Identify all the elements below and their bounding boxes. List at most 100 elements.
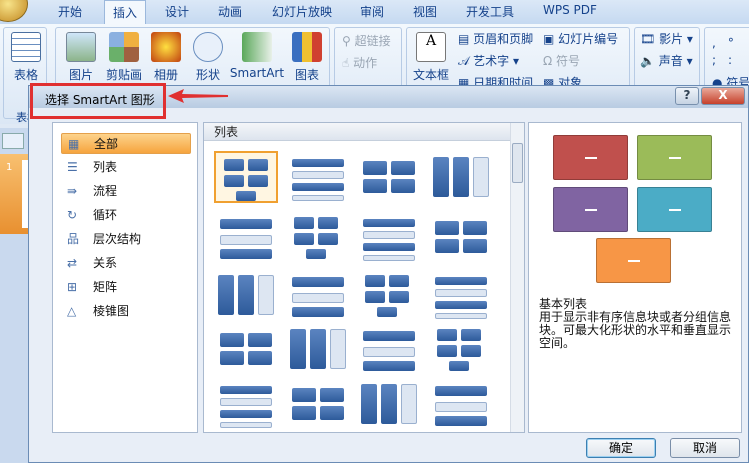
tab-5[interactable]: 审阅 — [360, 3, 384, 20]
category-label: 列表 — [93, 160, 118, 174]
clipart-button[interactable]: 剪贴画 — [101, 32, 147, 83]
header-footer-button[interactable]: ▤ 页眉和页脚 — [458, 30, 533, 47]
tab-3[interactable]: 动画 — [218, 3, 242, 20]
category-item[interactable]: ▦ 全部 — [61, 133, 191, 154]
sound-button[interactable]: 🔈 声音 ▾ — [640, 52, 693, 69]
action-button[interactable]: ☝ 动作 — [342, 54, 377, 71]
punctuation-icon[interactable]: , °; : — [712, 34, 734, 68]
slides-tab[interactable] — [2, 133, 24, 149]
slide-thumbnail[interactable]: 1 — [0, 154, 28, 234]
label: SmartArt — [229, 66, 285, 80]
textbox-button[interactable]: A 文本框 — [410, 32, 452, 83]
layout-thumbnail[interactable] — [357, 269, 421, 321]
layout-thumbnail[interactable] — [429, 269, 493, 321]
office-button[interactable] — [0, 0, 28, 22]
smartart-button[interactable]: SmartArt — [228, 32, 286, 80]
annotation-arrow-icon — [168, 89, 228, 103]
preview-shape-3 — [553, 187, 628, 232]
category-item[interactable]: 品层次结构 — [61, 229, 191, 250]
smartart-icon — [242, 32, 272, 62]
album-button[interactable]: 相册 — [148, 32, 184, 83]
label: 文本框 — [412, 68, 449, 82]
label: 相册 — [153, 68, 178, 82]
label: 形状 — [195, 68, 220, 82]
label: 动作 — [353, 56, 378, 70]
layout-thumbnail[interactable] — [429, 378, 493, 430]
category-label: 流程 — [93, 184, 118, 198]
picture-button[interactable]: 图片 — [63, 32, 99, 83]
category-item[interactable]: ↻ 循环 — [61, 205, 191, 226]
category-icon: ⇛ — [67, 184, 78, 198]
tab-2[interactable]: 设计 — [165, 3, 189, 20]
category-icon: ▦ — [68, 137, 80, 151]
tab-6[interactable]: 视图 — [413, 3, 437, 20]
hyperlink-button[interactable]: ⚲ 超链接 — [342, 32, 391, 49]
scrollbar-thumb[interactable] — [512, 143, 523, 183]
category-item[interactable]: ⊞ 矩阵 — [61, 277, 191, 298]
layout-thumbnail[interactable] — [429, 151, 493, 203]
preview-panel: 基本列表 用于显示非有序信息块或者分组信息块。可最大化形状的水平和垂直显示空间。 — [528, 122, 742, 433]
category-icon: 品 — [67, 232, 80, 246]
layout-thumbnail[interactable] — [429, 211, 493, 263]
table-button[interactable]: 表格 — [8, 32, 44, 83]
movie-button[interactable]: 🎞 影片 ▾ — [640, 30, 693, 47]
tab-0[interactable]: 开始 — [58, 3, 82, 20]
category-icon: △ — [67, 304, 77, 318]
layout-thumbnail[interactable] — [357, 211, 421, 263]
textbox-icon: A — [416, 32, 446, 62]
layout-thumbnail[interactable] — [357, 151, 421, 203]
tab-1[interactable]: 插入 — [104, 0, 147, 25]
help-button[interactable]: ? — [675, 87, 699, 105]
layout-thumbnail[interactable] — [286, 211, 350, 263]
layout-thumbnail[interactable] — [286, 378, 350, 430]
category-item[interactable]: △ 棱锥图 — [61, 301, 191, 322]
category-label: 关系 — [93, 256, 118, 270]
ok-button[interactable]: 确定 — [586, 438, 656, 458]
label: 影片 — [659, 32, 684, 46]
cancel-button[interactable]: 取消 — [670, 438, 740, 458]
tab-8[interactable]: WPS PDF — [543, 3, 597, 17]
layout-thumbnail[interactable] — [286, 269, 350, 321]
label: 页眉和页脚 — [473, 32, 534, 46]
layout-thumbnail[interactable] — [214, 269, 278, 321]
layout-thumbnail[interactable] — [357, 378, 421, 430]
symbol-button[interactable]: Ω 符号 — [543, 52, 580, 69]
slide-number-button[interactable]: ▣ 幻灯片编号 — [543, 30, 618, 47]
tab-7[interactable]: 开发工具 — [466, 3, 514, 20]
category-icon: ☰ — [67, 160, 78, 174]
layout-thumbnail[interactable] — [286, 323, 350, 375]
preview-shape-1 — [553, 135, 628, 180]
layout-thumbnail[interactable] — [286, 151, 350, 203]
category-item[interactable]: ⇄ 关系 — [61, 253, 191, 274]
picture-icon — [66, 32, 96, 62]
wordart-button[interactable]: 𝒜 艺术字 ▾ — [458, 52, 519, 69]
shapes-button[interactable]: 形状 — [190, 32, 226, 83]
layout-thumbnail[interactable] — [214, 211, 278, 263]
label: 符号 — [555, 54, 580, 68]
label: 剪贴画 — [105, 68, 142, 82]
album-icon — [151, 32, 181, 62]
gallery-header: 列表 — [204, 123, 510, 141]
label: 幻灯片编号 — [558, 32, 619, 46]
category-item[interactable]: ⇛ 流程 — [61, 181, 191, 202]
slides-pane: 1 — [0, 128, 28, 463]
category-label: 全部 — [94, 137, 119, 151]
layout-thumbnail[interactable] — [214, 378, 278, 430]
tab-4[interactable]: 幻灯片放映 — [272, 3, 332, 20]
layout-thumbnail[interactable] — [214, 323, 278, 375]
category-label: 层次结构 — [93, 232, 142, 246]
preview-shape-5 — [596, 238, 671, 283]
layout-thumbnail[interactable] — [357, 323, 421, 375]
clipart-icon — [109, 32, 139, 62]
ribbon-tabs: 开始 插入 设计 动画 幻灯片放映 审阅 视图 开发工具 WPS PDF — [0, 0, 749, 25]
layout-thumbnail[interactable] — [214, 151, 278, 203]
category-item[interactable]: ☰ 列表 — [61, 157, 191, 178]
preview-description: 用于显示非有序信息块或者分组信息块。可最大化形状的水平和垂直显示空间。 — [539, 310, 732, 350]
layout-thumbnail[interactable] — [429, 323, 493, 375]
chart-button[interactable]: 图表 — [289, 32, 325, 83]
label: 图表 — [294, 68, 319, 82]
close-button[interactable]: X — [701, 87, 745, 105]
gallery-scrollbar[interactable] — [510, 123, 524, 432]
table-icon — [11, 32, 41, 62]
category-icon: ⊞ — [67, 280, 78, 294]
